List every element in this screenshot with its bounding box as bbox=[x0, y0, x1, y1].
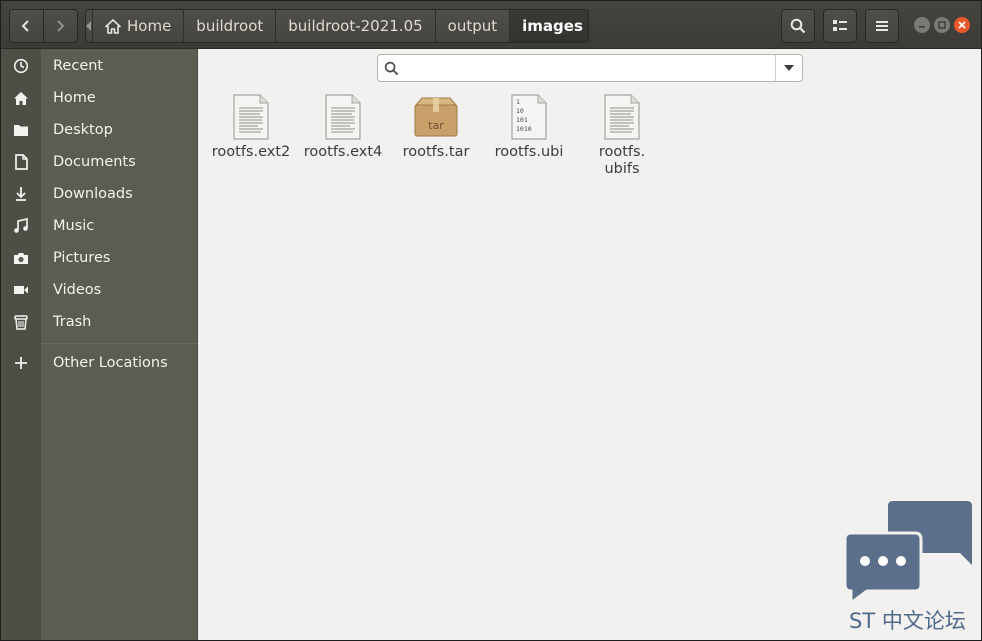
sidebar-item-music[interactable]: Music bbox=[1, 210, 198, 242]
sidebar-item-recent[interactable]: Recent bbox=[1, 50, 198, 82]
maximize-icon bbox=[938, 21, 946, 29]
crumb-images[interactable]: images bbox=[510, 10, 588, 42]
file-name: rootfs.ext4 bbox=[303, 144, 383, 160]
forward-button[interactable] bbox=[44, 10, 78, 42]
crumb-label: images bbox=[522, 17, 583, 35]
music-icon bbox=[1, 210, 41, 242]
file-name: rootfs.tar bbox=[402, 144, 470, 160]
plus-icon bbox=[1, 347, 41, 379]
sidebar-item-trash[interactable]: Trash bbox=[1, 306, 198, 338]
crumb-buildroot-2021-05[interactable]: buildroot-2021.05 bbox=[276, 10, 436, 42]
close-button[interactable] bbox=[954, 17, 970, 33]
sidebar-item-downloads[interactable]: Downloads bbox=[1, 178, 198, 210]
binary-line: 1 bbox=[516, 98, 520, 106]
main-menu-button[interactable] bbox=[865, 9, 899, 43]
chevron-right-icon bbox=[57, 20, 65, 32]
sidebar-item-home[interactable]: Home bbox=[1, 82, 198, 114]
sidebar-divider bbox=[41, 343, 198, 344]
home-icon bbox=[105, 18, 121, 34]
search-icon bbox=[790, 18, 806, 34]
file-item-rootfs-ext4[interactable]: rootfs.ext4 bbox=[297, 93, 389, 161]
text-file-icon bbox=[319, 93, 367, 141]
sidebar-item-label: Documents bbox=[53, 154, 136, 170]
search-button[interactable] bbox=[781, 9, 815, 43]
text-file-icon bbox=[598, 93, 646, 141]
file-item-rootfs-ubi[interactable]: 1 10 101 1010 rootfs.ubi bbox=[483, 93, 575, 161]
maximize-button[interactable] bbox=[934, 17, 950, 33]
navigation-buttons bbox=[9, 9, 78, 43]
pathbar-scroll-left-button[interactable] bbox=[86, 10, 93, 42]
watermark-text: ST 中文论坛 bbox=[849, 609, 966, 633]
sidebar-item-documents[interactable]: Documents bbox=[1, 146, 198, 178]
file-name: rootfs. ubifs bbox=[598, 144, 646, 177]
sidebar-item-label: Trash bbox=[53, 314, 92, 330]
sidebar-item-label: Recent bbox=[53, 58, 104, 74]
crumb-buildroot[interactable]: buildroot bbox=[184, 10, 277, 42]
crumb-output[interactable]: output bbox=[436, 10, 511, 42]
sidebar: Recent Home Desktop Documents Downloads bbox=[1, 49, 198, 640]
search-icon bbox=[378, 61, 404, 76]
file-manager-window: Home buildroot buildroot-2021.05 output … bbox=[0, 0, 982, 641]
crumb-label: buildroot bbox=[196, 17, 264, 35]
search-options-dropdown[interactable] bbox=[775, 55, 802, 81]
sidebar-item-label: Pictures bbox=[53, 250, 111, 266]
crumb-label: Home bbox=[127, 17, 172, 35]
crumb-label: output bbox=[447, 17, 498, 35]
file-item-rootfs-tar[interactable]: tar rootfs.tar bbox=[390, 93, 482, 161]
search-input[interactable] bbox=[404, 55, 775, 81]
minimize-button[interactable] bbox=[914, 17, 930, 33]
trash-icon bbox=[1, 306, 41, 338]
chat-bubbles-icon bbox=[843, 501, 972, 606]
file-name: rootfs.ubi bbox=[494, 144, 564, 160]
document-icon bbox=[1, 146, 41, 178]
sidebar-item-label: Home bbox=[53, 90, 96, 106]
camera-icon bbox=[1, 242, 41, 274]
sidebar-item-label: Other Locations bbox=[53, 355, 168, 371]
sidebar-item-label: Music bbox=[53, 218, 95, 234]
crumb-label: buildroot-2021.05 bbox=[288, 17, 423, 35]
sidebar-item-label: Downloads bbox=[53, 186, 133, 202]
sidebar-item-videos[interactable]: Videos bbox=[1, 274, 198, 306]
close-icon bbox=[958, 21, 966, 29]
view-toggle-button[interactable] bbox=[823, 9, 857, 43]
clock-icon bbox=[1, 50, 41, 82]
binary-file-icon: 1 10 101 1010 bbox=[505, 93, 553, 141]
sidebar-item-pictures[interactable]: Pictures bbox=[1, 242, 198, 274]
chevron-down-icon bbox=[784, 65, 794, 71]
chevron-left-icon bbox=[21, 20, 29, 32]
view-list-icon bbox=[833, 20, 847, 31]
sidebar-item-label: Videos bbox=[53, 282, 102, 298]
home-icon bbox=[1, 82, 41, 114]
file-name: rootfs.ext2 bbox=[211, 144, 291, 160]
file-item-rootfs-ubifs[interactable]: rootfs. ubifs bbox=[576, 93, 668, 178]
tar-archive-icon: tar bbox=[412, 93, 460, 141]
tar-badge: tar bbox=[428, 119, 444, 132]
binary-line: 101 bbox=[516, 116, 528, 124]
file-item-rootfs-ext2[interactable]: rootfs.ext2 bbox=[205, 93, 297, 161]
hamburger-menu-icon bbox=[876, 21, 888, 31]
sidebar-item-desktop[interactable]: Desktop bbox=[1, 114, 198, 146]
crumb-home[interactable]: Home bbox=[93, 10, 185, 42]
text-file-icon bbox=[227, 93, 275, 141]
header-bar: Home buildroot buildroot-2021.05 output … bbox=[1, 1, 981, 49]
triangle-left-icon bbox=[86, 21, 91, 31]
folder-icon bbox=[1, 114, 41, 146]
sidebar-item-label: Desktop bbox=[53, 122, 113, 138]
binary-line: 1010 bbox=[516, 125, 532, 133]
search-bar bbox=[377, 54, 803, 82]
path-bar: Home buildroot buildroot-2021.05 output … bbox=[85, 9, 589, 43]
minimize-icon bbox=[919, 26, 925, 28]
sidebar-item-other-locations[interactable]: Other Locations bbox=[1, 347, 198, 379]
video-icon bbox=[1, 274, 41, 306]
binary-line: 10 bbox=[516, 107, 524, 115]
back-button[interactable] bbox=[10, 10, 44, 42]
download-icon bbox=[1, 178, 41, 210]
